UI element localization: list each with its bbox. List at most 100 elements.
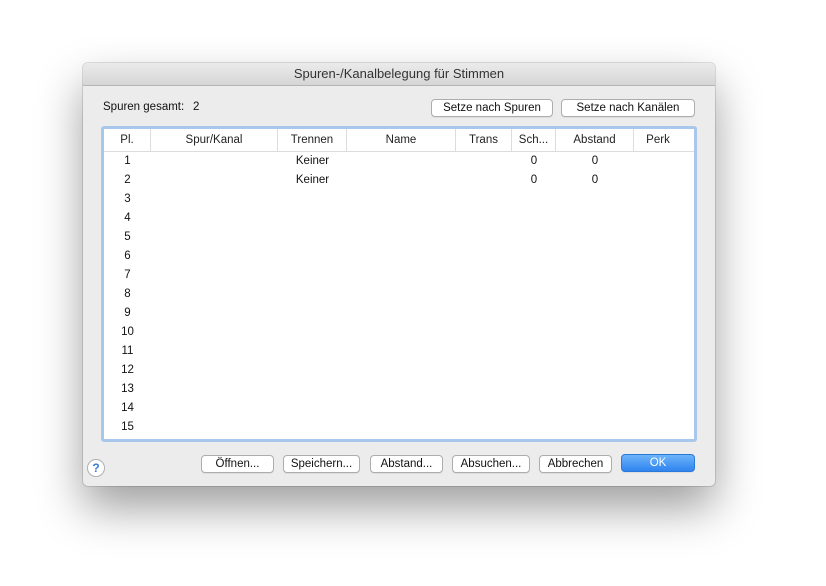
cell-perk — [634, 171, 682, 190]
cell-name — [347, 418, 456, 437]
cell-spacing — [556, 361, 634, 380]
cell-spacing — [556, 209, 634, 228]
cell-spacing: 0 — [591, 174, 599, 186]
cell-pl: 10 — [121, 326, 134, 338]
cell-split — [278, 323, 347, 342]
set-by-tracks-button[interactable]: Setze nach Spuren — [431, 99, 553, 117]
column-header-sch[interactable]: Sch... — [512, 129, 556, 151]
cell-pl: 15 — [121, 421, 134, 433]
open-button[interactable]: Öffnen... — [201, 455, 274, 473]
column-header-split[interactable]: Trennen — [278, 129, 347, 151]
cell-pl: 2 — [124, 174, 131, 186]
cell-spacing — [556, 190, 634, 209]
set-by-channels-button[interactable]: Setze nach Kanälen — [561, 99, 695, 117]
cell-track-channel — [151, 380, 278, 399]
table-row[interactable]: 12 — [104, 361, 694, 380]
column-header-spacing[interactable]: Abstand — [556, 129, 634, 151]
cell-perk — [634, 361, 682, 380]
cell-sch — [512, 190, 556, 209]
table-row[interactable]: 6 — [104, 247, 694, 266]
cell-pl: 9 — [124, 307, 131, 319]
tracks-total-value: 2 — [193, 101, 200, 113]
cell-trans — [456, 285, 512, 304]
cell-split — [278, 209, 347, 228]
column-header-track-channel[interactable]: Spur/Kanal — [151, 129, 278, 151]
cell-split — [278, 190, 347, 209]
cell-spacing — [556, 304, 634, 323]
table-row[interactable]: 11 — [104, 342, 694, 361]
table-row[interactable]: 7 — [104, 266, 694, 285]
table-row[interactable]: 9 — [104, 304, 694, 323]
cell-pl: 11 — [121, 345, 134, 357]
cell-pl: 13 — [121, 383, 134, 395]
cell-trans — [456, 342, 512, 361]
cell-sch — [512, 361, 556, 380]
cell-pl: 1 — [124, 155, 131, 167]
cell-spacing — [556, 342, 634, 361]
table-row[interactable]: 13 — [104, 380, 694, 399]
cell-sch — [512, 399, 556, 418]
dialog-window: Spuren-/Kanalbelegung für Stimmen Spuren… — [83, 63, 715, 486]
cell-sch — [512, 304, 556, 323]
cell-name — [347, 190, 456, 209]
table-row[interactable]: 1 Keiner 0 0 — [104, 152, 694, 171]
cell-spacing — [556, 228, 634, 247]
cell-perk — [634, 342, 682, 361]
save-button[interactable]: Speichern... — [283, 455, 360, 473]
cell-spacing — [556, 418, 634, 437]
cell-sch — [512, 209, 556, 228]
cancel-button[interactable]: Abbrechen — [539, 455, 612, 473]
column-header-trans[interactable]: Trans — [456, 129, 512, 151]
table-row[interactable]: 4 — [104, 209, 694, 228]
spacing-button[interactable]: Abstand... — [370, 455, 443, 473]
cell-name — [347, 304, 456, 323]
cell-pl: 12 — [121, 364, 134, 376]
table-row[interactable]: 5 — [104, 228, 694, 247]
cell-name — [347, 399, 456, 418]
cell-sch — [512, 285, 556, 304]
column-header-perk[interactable]: Perk — [634, 129, 682, 151]
help-icon[interactable]: ? — [87, 459, 105, 477]
cell-perk — [634, 266, 682, 285]
cell-trans — [456, 399, 512, 418]
cell-track-channel — [151, 304, 278, 323]
cell-name — [347, 342, 456, 361]
cell-trans — [456, 152, 512, 171]
table-row[interactable]: 14 — [104, 399, 694, 418]
table-row[interactable]: 10 — [104, 323, 694, 342]
cell-track-channel — [151, 266, 278, 285]
cell-trans — [456, 266, 512, 285]
cell-spacing — [556, 266, 634, 285]
tracks-total-label: Spuren gesamt: — [103, 101, 185, 113]
column-header-name[interactable]: Name — [347, 129, 456, 151]
cell-track-channel — [151, 285, 278, 304]
cell-name — [347, 171, 456, 190]
cell-trans — [456, 361, 512, 380]
cell-track-channel — [151, 190, 278, 209]
cell-perk — [634, 209, 682, 228]
table-row[interactable]: 3 — [104, 190, 694, 209]
cell-perk — [634, 247, 682, 266]
table-row[interactable]: 2 Keiner 0 0 — [104, 171, 694, 190]
cell-name — [347, 247, 456, 266]
column-header-pl[interactable]: Pl. — [104, 129, 151, 151]
table-row[interactable]: 8 — [104, 285, 694, 304]
cell-perk — [634, 190, 682, 209]
cell-trans — [456, 228, 512, 247]
cell-pl: 7 — [124, 269, 131, 281]
voice-assignment-table[interactable]: Pl. Spur/Kanal Trennen Name Trans Sch...… — [101, 126, 697, 442]
cell-pl: 14 — [121, 402, 134, 414]
cell-track-channel — [151, 342, 278, 361]
cell-sch — [512, 266, 556, 285]
cell-perk — [634, 399, 682, 418]
cell-split — [278, 247, 347, 266]
table-row[interactable]: 15 — [104, 418, 694, 437]
cell-spacing: 0 — [591, 155, 599, 167]
search-button[interactable]: Absuchen... — [452, 455, 530, 473]
dialog-title: Spuren-/Kanalbelegung für Stimmen — [83, 63, 715, 86]
ok-button[interactable]: OK — [621, 454, 695, 472]
cell-spacing — [556, 323, 634, 342]
cell-name — [347, 361, 456, 380]
cell-spacing — [556, 247, 634, 266]
cell-perk — [634, 228, 682, 247]
